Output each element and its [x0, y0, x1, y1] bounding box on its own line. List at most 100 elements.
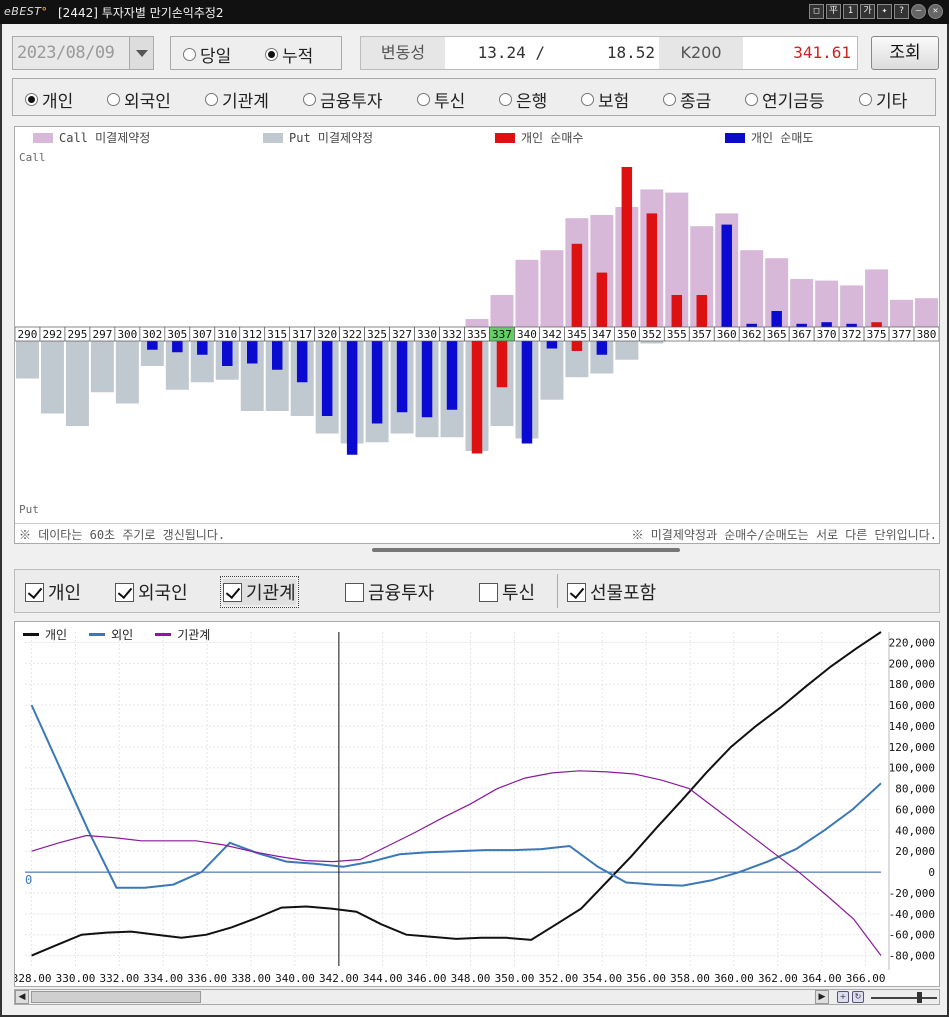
filter-option-3[interactable]: 금융투자	[345, 579, 434, 605]
chevron-down-icon[interactable]	[129, 37, 153, 69]
window-button-1[interactable]: 平	[826, 4, 841, 19]
window-button-4[interactable]: ✦	[877, 4, 892, 19]
radio-icon[interactable]	[265, 48, 278, 61]
scroll-thumb[interactable]	[31, 991, 201, 1003]
x-tick-label: 352.00	[538, 972, 578, 985]
net-sell-bar	[446, 341, 458, 410]
strike-label: 380	[917, 328, 937, 341]
investor-label: 기타	[876, 92, 908, 112]
zoom-slider-track[interactable]	[871, 997, 937, 999]
call-oi-bar	[465, 319, 489, 327]
filter-label: 선물포함	[590, 583, 657, 604]
filter-option-4[interactable]: 투신	[479, 579, 535, 605]
radio-icon[interactable]	[303, 93, 316, 106]
net-buy-bar	[646, 213, 658, 327]
call-oi-bar	[540, 250, 564, 327]
checkbox-icon[interactable]	[479, 582, 498, 602]
call-oi-bar	[890, 299, 914, 327]
radio-icon[interactable]	[499, 93, 512, 106]
volatility-value-2: 18.52	[606, 43, 655, 62]
investor-label: 외국인	[124, 92, 171, 112]
call-oi-bar	[740, 250, 764, 327]
investor-option-0[interactable]: 개인	[25, 87, 73, 112]
investor-option-3[interactable]: 금융투자	[303, 87, 383, 112]
radio-icon[interactable]	[859, 93, 872, 106]
investor-option-1[interactable]: 외국인	[107, 87, 171, 112]
strike-label: 317	[292, 328, 312, 341]
date-picker[interactable]: 2023/08/09	[12, 36, 154, 70]
window-button-7[interactable]: ✕	[928, 4, 943, 19]
x-tick-label: 346.00	[407, 972, 447, 985]
net-sell-bar	[371, 341, 383, 424]
scroll-right-button[interactable]: ▶	[815, 990, 829, 1004]
profit-loss-chart: 220,000 200,000 180,000 160,000 140,000 120,0…	[14, 621, 940, 987]
zoom-reset-icon[interactable]: ↻	[852, 991, 864, 1003]
radio-icon[interactable]	[107, 93, 120, 106]
investor-option-4[interactable]: 투신	[417, 87, 465, 112]
mode-option-cumulative[interactable]: 누적	[265, 42, 313, 67]
radio-icon[interactable]	[25, 93, 38, 106]
net-sell-bar	[346, 341, 358, 455]
series-line-2	[31, 770, 882, 956]
radio-icon[interactable]	[183, 48, 196, 61]
y-tick-label: -40,000	[889, 908, 935, 921]
radio-icon[interactable]	[417, 93, 430, 106]
strike-label: 297	[92, 328, 112, 341]
investor-label: 개인	[42, 92, 74, 112]
investor-option-8[interactable]: 연기금등	[745, 87, 825, 112]
window-button-3[interactable]: 가	[860, 4, 875, 19]
window-button-2[interactable]: 1	[843, 4, 858, 19]
query-button[interactable]: 조회	[871, 36, 939, 70]
net-sell-bar	[147, 341, 158, 350]
mode-option-daily[interactable]: 당일	[183, 42, 231, 67]
investor-option-7[interactable]: 종금	[663, 87, 711, 112]
radio-icon[interactable]	[745, 93, 758, 106]
radio-icon[interactable]	[581, 93, 594, 106]
y-tick-label: 0	[928, 866, 935, 879]
zoom-in-icon[interactable]: +	[837, 991, 849, 1003]
scroll-left-button[interactable]: ◀	[15, 990, 29, 1004]
checkbox-icon[interactable]	[567, 582, 586, 602]
net-sell-bar	[222, 341, 233, 366]
panel-splitter[interactable]	[372, 548, 680, 552]
x-tick-label: 360.00	[714, 972, 754, 985]
investor-option-9[interactable]: 기타	[859, 87, 907, 112]
filter-option-1[interactable]: 외국인	[115, 579, 188, 605]
strike-label: 305	[167, 328, 187, 341]
radio-icon[interactable]	[663, 93, 676, 106]
stats-panel: 변동성 13.24 / 18.52 K200 341.61	[360, 36, 858, 70]
investor-label: 종금	[680, 92, 712, 112]
window-button-0[interactable]: □	[809, 4, 824, 19]
window-button-5[interactable]: ?	[894, 4, 909, 19]
filter-option-0[interactable]: 개인	[25, 579, 81, 605]
strike-label: 370	[817, 328, 837, 341]
investor-option-6[interactable]: 보험	[581, 87, 629, 112]
checkbox-icon[interactable]	[115, 582, 134, 602]
net-sell-bar	[271, 341, 283, 370]
strike-label: 342	[542, 328, 562, 341]
net-buy-bar	[871, 322, 882, 327]
x-tick-label: 332.00	[100, 972, 140, 985]
filter-label: 기관계	[246, 583, 296, 604]
checkbox-icon[interactable]	[345, 582, 364, 602]
strike-label: 340	[517, 328, 537, 341]
filter-option-5[interactable]: 선물포함	[567, 579, 656, 605]
checkbox-icon[interactable]	[25, 582, 44, 602]
investor-option-2[interactable]: 기관계	[205, 87, 269, 112]
radio-icon[interactable]	[205, 93, 218, 106]
horizontal-scrollbar[interactable]: ◀ ▶ + ↻	[14, 989, 940, 1005]
filter-option-2[interactable]: 기관계	[220, 576, 299, 608]
y-tick-label: 40,000	[895, 824, 935, 837]
call-oi-bar	[840, 285, 864, 327]
legend-item: 기관계	[155, 626, 210, 643]
strike-label: 330	[417, 328, 437, 341]
window-button-6[interactable]: —	[911, 4, 926, 19]
checkbox-icon[interactable]	[223, 582, 242, 602]
legend-label: Put 미결제약정	[289, 131, 374, 145]
strike-label: 335	[467, 328, 487, 341]
investor-option-5[interactable]: 은행	[499, 87, 547, 112]
strike-label: 352	[642, 328, 662, 341]
investor-label: 투신	[434, 92, 466, 112]
strike-label: 337	[492, 328, 512, 341]
zoom-slider-knob[interactable]	[917, 992, 922, 1003]
